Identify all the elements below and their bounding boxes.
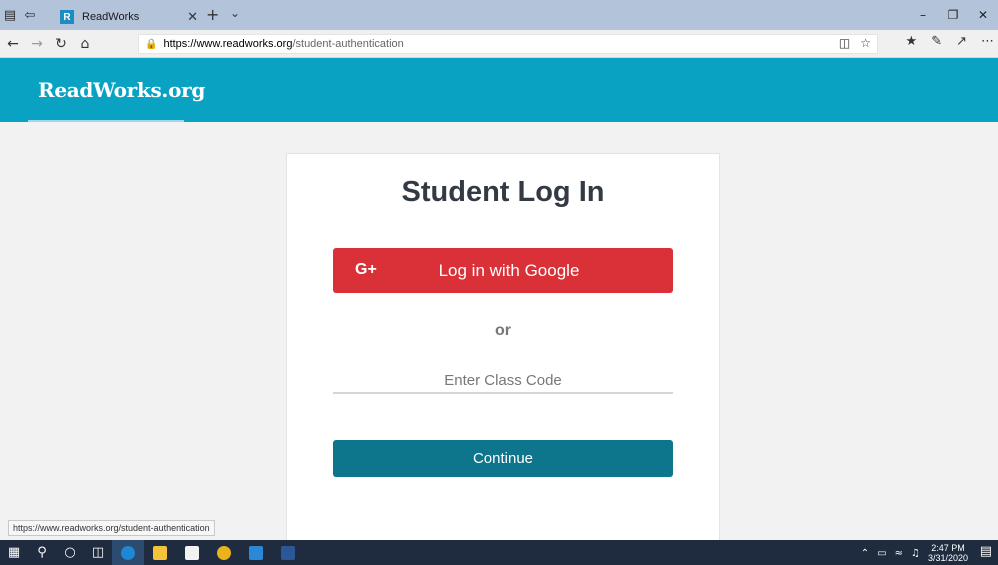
chevron-down-icon[interactable]: ⌄ (230, 6, 240, 20)
refresh-icon[interactable]: ↻ (50, 30, 72, 58)
volume-icon[interactable]: ♫ (911, 548, 920, 559)
page-body: Student Log In G+ Log in with Google or … (0, 122, 998, 553)
address-actions: ◫ ☆ (839, 36, 871, 50)
forward-icon[interactable]: → (26, 30, 48, 58)
window-controls: – ❐ ✕ (908, 0, 998, 30)
tab-preview-icon[interactable]: ▤ (0, 0, 20, 30)
browser-window: ▤ ⇦ R ReadWorks ✕ + ⌄ – ❐ ✕ ← → ↻ ⌂ 🔒 ht… (0, 0, 998, 565)
site-header: ReadWorks.org (0, 58, 998, 122)
close-tab-icon[interactable]: ✕ (187, 10, 198, 25)
home-icon[interactable]: ⌂ (74, 30, 96, 58)
favorite-star-icon[interactable]: ☆ (860, 36, 871, 50)
word-icon[interactable] (272, 540, 304, 565)
more-icon[interactable]: ⋯ (981, 34, 994, 49)
clock-time: 2:47 PM (931, 543, 965, 553)
tab-readworks[interactable]: R ReadWorks ✕ (54, 4, 204, 30)
battery-icon[interactable]: ▭ (877, 548, 886, 559)
chrome-icon[interactable] (208, 540, 240, 565)
taskbar: ▦ ⚲ ○ ◫ ⌃ ▭ ≈ ♫ 2:47 PM 3/31/2020 ▤ (0, 540, 998, 565)
notification-icon[interactable]: ▤ (980, 544, 992, 559)
back-icon[interactable]: ← (2, 30, 24, 58)
task-view-icon[interactable]: ◫ (84, 540, 112, 565)
reading-view-icon[interactable]: ◫ (839, 36, 850, 50)
tab-title: ReadWorks (82, 11, 140, 23)
readworks-favicon-icon: R (60, 10, 74, 24)
clock-date: 3/31/2020 (927, 553, 968, 563)
edge-taskbar-icon[interactable] (112, 540, 144, 565)
lock-icon: 🔒 (145, 38, 158, 50)
login-card: Student Log In G+ Log in with Google or … (286, 153, 720, 553)
address-bar[interactable]: 🔒 https://www.readworks.org/student-auth… (138, 34, 878, 54)
new-tab-icon[interactable]: + (206, 5, 219, 24)
favorites-hub-icon[interactable]: ★ (906, 34, 918, 49)
url-path: /student-authentication (292, 38, 404, 50)
or-separator: or (495, 322, 511, 339)
restore-icon[interactable]: ❐ (938, 0, 968, 30)
page-title: Student Log In (401, 176, 605, 208)
chevron-up-icon[interactable]: ⌃ (861, 548, 869, 559)
mail-icon[interactable] (240, 540, 272, 565)
store-icon[interactable] (176, 540, 208, 565)
tab-bar: ▤ ⇦ R ReadWorks ✕ + ⌄ – ❐ ✕ (0, 0, 998, 30)
system-tray: ⌃ ▭ ≈ ♫ 2:47 PM 3/31/2020 (861, 543, 968, 563)
close-window-icon[interactable]: ✕ (968, 0, 998, 30)
wifi-icon[interactable]: ≈ (895, 548, 903, 559)
share-icon[interactable]: ↗ (956, 34, 967, 49)
pen-icon[interactable]: ✎ (931, 34, 942, 49)
clock[interactable]: 2:47 PM 3/31/2020 (928, 543, 968, 563)
file-explorer-icon[interactable] (144, 540, 176, 565)
minimize-icon[interactable]: – (908, 0, 938, 30)
windows-start-icon[interactable]: ▦ (0, 540, 28, 565)
cortana-icon[interactable]: ○ (56, 540, 84, 565)
toolbar-actions: ★ ✎ ↗ ⋯ (906, 34, 994, 49)
tabs-aside-icon[interactable]: ⇦ (20, 0, 40, 30)
status-url-tooltip: https://www.readworks.org/student-authen… (8, 520, 215, 536)
google-login-button[interactable]: G+ Log in with Google (333, 248, 673, 293)
url-host: https://www.readworks.org (163, 38, 293, 50)
search-icon[interactable]: ⚲ (28, 540, 56, 565)
class-code-input[interactable] (333, 368, 673, 394)
navigation-bar: ← → ↻ ⌂ 🔒 https://www.readworks.org/stud… (0, 30, 998, 58)
readworks-logo[interactable]: ReadWorks.org (38, 78, 205, 102)
continue-button[interactable]: Continue (333, 440, 673, 477)
google-login-label: Log in with Google (438, 261, 580, 280)
